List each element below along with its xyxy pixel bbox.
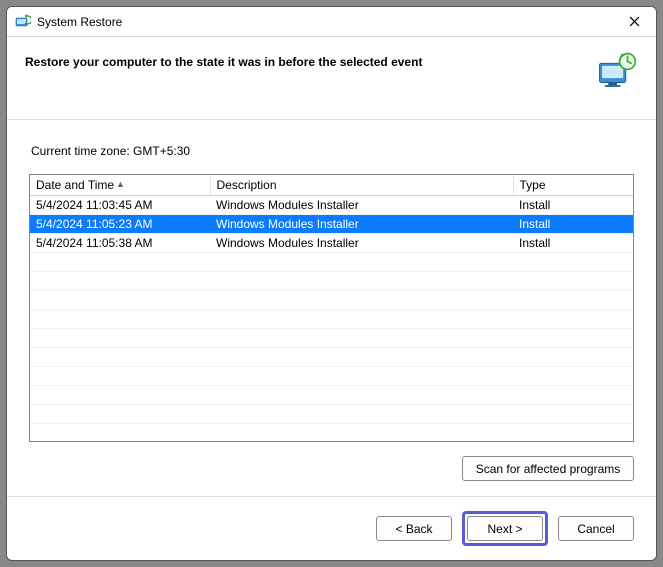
cell-type: Install — [513, 196, 633, 215]
timezone-label: Current time zone: GMT+5:30 — [31, 144, 634, 158]
header-band: Restore your computer to the state it wa… — [7, 37, 656, 120]
page-heading: Restore your computer to the state it wa… — [25, 51, 596, 69]
empty-row — [30, 310, 633, 329]
titlebar: System Restore — [7, 7, 656, 37]
cell-date: 5/4/2024 11:05:38 AM — [30, 234, 210, 253]
cell-desc: Windows Modules Installer — [210, 234, 513, 253]
table-row[interactable]: 5/4/2024 11:05:23 AMWindows Modules Inst… — [30, 215, 633, 234]
scan-affected-programs-button[interactable]: Scan for affected programs — [462, 456, 634, 481]
empty-row — [30, 253, 633, 272]
system-restore-window: System Restore Restore your computer to … — [6, 6, 657, 561]
empty-row — [30, 386, 633, 405]
empty-row — [30, 329, 633, 348]
cell-desc: Windows Modules Installer — [210, 215, 513, 234]
empty-row — [30, 405, 633, 424]
col-description[interactable]: Description — [210, 175, 513, 196]
empty-row — [30, 272, 633, 291]
col-type[interactable]: Type — [513, 175, 633, 196]
empty-row — [30, 348, 633, 367]
highlight-frame: Next > — [462, 511, 548, 546]
col-date[interactable]: Date and Time▲ — [30, 175, 210, 196]
back-button[interactable]: < Back — [376, 516, 452, 541]
empty-row — [30, 367, 633, 386]
system-restore-icon — [15, 14, 31, 30]
next-button[interactable]: Next > — [467, 516, 543, 541]
content-area: Current time zone: GMT+5:30 Date and Tim… — [7, 120, 656, 496]
cell-desc: Windows Modules Installer — [210, 196, 513, 215]
window-title: System Restore — [37, 15, 122, 29]
cell-type: Install — [513, 215, 633, 234]
restore-monitor-icon — [596, 51, 638, 93]
table-row[interactable]: 5/4/2024 11:05:38 AMWindows Modules Inst… — [30, 234, 633, 253]
cell-type: Install — [513, 234, 633, 253]
cancel-button[interactable]: Cancel — [558, 516, 634, 541]
column-headers[interactable]: Date and Time▲ Description Type — [30, 175, 633, 196]
sort-indicator-icon: ▲ — [116, 179, 125, 189]
close-button[interactable] — [618, 8, 650, 36]
table-row[interactable]: 5/4/2024 11:03:45 AMWindows Modules Inst… — [30, 196, 633, 215]
empty-row — [30, 424, 633, 443]
cell-date: 5/4/2024 11:03:45 AM — [30, 196, 210, 215]
empty-row — [30, 291, 633, 310]
wizard-footer: < Back Next > Cancel — [7, 496, 656, 560]
restore-points-grid[interactable]: Date and Time▲ Description Type 5/4/2024… — [29, 174, 634, 442]
cell-date: 5/4/2024 11:05:23 AM — [30, 215, 210, 234]
